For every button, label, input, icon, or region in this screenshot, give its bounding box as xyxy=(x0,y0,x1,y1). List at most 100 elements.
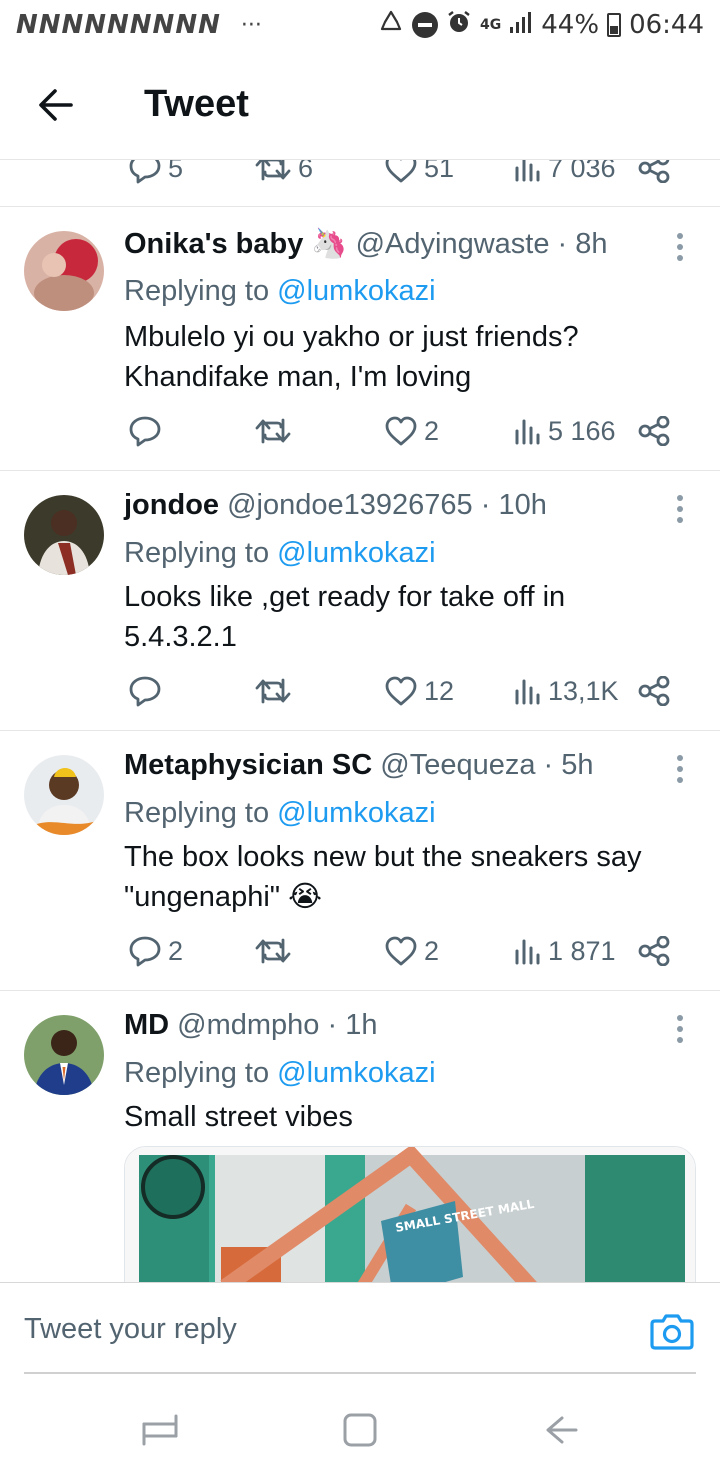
replying-to: Replying to @lumkokazi xyxy=(124,275,436,308)
tweet-time: 10h xyxy=(498,489,547,521)
heart-icon xyxy=(385,676,417,706)
reply-composer xyxy=(0,1282,720,1375)
share-button[interactable] xyxy=(638,409,670,453)
back-chevron-icon xyxy=(546,1416,578,1444)
page-title: Tweet xyxy=(144,83,249,125)
views-button[interactable]: 13,1K xyxy=(514,669,619,713)
reply-input[interactable] xyxy=(24,1283,624,1375)
mention-link[interactable]: @lumkokazi xyxy=(277,797,435,829)
display-name[interactable]: Onika's baby 🦄 xyxy=(124,228,348,260)
system-navigation-bar xyxy=(0,1376,720,1480)
more-options-button[interactable] xyxy=(666,1011,694,1047)
retweet-icon xyxy=(255,938,291,964)
network-type: 4G xyxy=(480,17,502,33)
user-handle[interactable]: @jondoe13926765 xyxy=(227,489,473,521)
replies-feed[interactable]: 5 6 51 7 036 Onika's baby 🦄 @Adyingwaste… xyxy=(0,160,720,1282)
views-button[interactable]: 1 871 xyxy=(514,929,616,973)
views-icon xyxy=(515,419,540,445)
user-handle[interactable]: @Adyingwaste xyxy=(356,228,550,260)
like-count: 12 xyxy=(424,675,455,706)
tweet-actions: 2 5 166 xyxy=(0,409,720,453)
mention-link[interactable]: @lumkokazi xyxy=(277,1057,435,1089)
reply-icon xyxy=(129,416,161,447)
replying-to: Replying to @lumkokazi xyxy=(124,1057,436,1090)
previous-tweet-actions: 5 6 51 7 036 xyxy=(0,160,720,190)
avatar[interactable] xyxy=(24,495,104,575)
tweet-time: 5h xyxy=(561,749,594,781)
notification-icons: NNNNNNNNN xyxy=(16,10,221,40)
home-button[interactable] xyxy=(340,1410,380,1450)
heart-icon xyxy=(385,416,417,446)
views-button[interactable]: 7 036 xyxy=(514,160,616,190)
tweet-text: Mbulelo yi ou yakho or just friends? Kha… xyxy=(124,321,579,393)
mention-link[interactable]: @lumkokazi xyxy=(277,275,435,307)
reply-icon xyxy=(129,936,161,967)
signal-icon xyxy=(509,10,533,41)
display-name[interactable]: jondoe xyxy=(124,489,219,521)
retweet-button[interactable] xyxy=(254,409,298,453)
retweet-button[interactable] xyxy=(254,929,298,973)
separator-dot: · xyxy=(480,489,491,521)
input-underline xyxy=(24,1372,696,1374)
tweet-actions: 2 2 1 871 xyxy=(0,929,720,973)
like-button[interactable]: 2 xyxy=(384,929,439,973)
retweet-count: 6 xyxy=(298,160,314,183)
reply-icon xyxy=(129,676,161,707)
retweet-icon xyxy=(255,160,291,181)
tweet-time: 8h xyxy=(575,228,608,260)
share-button[interactable] xyxy=(638,929,670,973)
like-button[interactable]: 12 xyxy=(384,669,454,713)
recent-apps-button[interactable] xyxy=(140,1410,180,1450)
tweet-text: The box looks new but the sneakers say "… xyxy=(124,841,642,913)
views-button[interactable]: 5 166 xyxy=(514,409,616,453)
tweet-item[interactable]: jondoe @jondoe13926765 · 10h Replying to… xyxy=(0,471,720,730)
tweet-item[interactable]: Onika's baby 🦄 @Adyingwaste · 8h Replyin… xyxy=(0,207,720,470)
share-button[interactable] xyxy=(638,669,670,713)
retweet-icon xyxy=(255,678,291,704)
separator-dot: · xyxy=(327,1009,338,1041)
back-button[interactable] xyxy=(26,75,86,135)
like-button[interactable]: 51 xyxy=(384,160,454,190)
reply-button[interactable]: 5 xyxy=(128,160,183,190)
more-options-button[interactable] xyxy=(666,229,694,265)
retweet-button[interactable] xyxy=(254,669,298,713)
avatar[interactable] xyxy=(24,1015,104,1095)
do-not-disturb-icon xyxy=(412,12,439,38)
view-count: 1 871 xyxy=(548,935,616,966)
tweet-author-line: MD @mdmpho · 1h xyxy=(124,1009,378,1042)
like-button[interactable]: 2 xyxy=(384,409,439,453)
views-icon xyxy=(515,679,540,705)
display-name[interactable]: Metaphysician SC xyxy=(124,749,372,781)
replying-to-label: Replying to xyxy=(124,275,278,307)
replying-to-label: Replying to xyxy=(124,797,278,829)
camera-button[interactable] xyxy=(650,1311,694,1351)
alarm-icon xyxy=(446,9,472,42)
share-button[interactable] xyxy=(638,160,670,190)
view-count: 5 166 xyxy=(548,415,616,446)
camera-icon xyxy=(650,1314,694,1350)
status-bar: NNNNNNNNN ··· 4G 44% 06:44 xyxy=(0,0,720,50)
reply-button[interactable]: 2 xyxy=(128,929,183,973)
avatar[interactable] xyxy=(24,231,104,311)
user-handle[interactable]: @mdmpho xyxy=(177,1009,319,1041)
recycle-icon xyxy=(378,9,404,42)
display-name[interactable]: MD xyxy=(124,1009,169,1041)
replying-to-label: Replying to xyxy=(124,537,278,569)
separator-dot: · xyxy=(543,749,554,781)
more-options-button[interactable] xyxy=(666,751,694,787)
home-square-icon xyxy=(343,1413,377,1447)
more-options-button[interactable] xyxy=(666,491,694,527)
mention-link[interactable]: @lumkokazi xyxy=(277,537,435,569)
avatar[interactable] xyxy=(24,755,104,835)
back-arrow-icon xyxy=(39,88,73,121)
tweet-author-line: Onika's baby 🦄 @Adyingwaste · 8h xyxy=(124,227,608,261)
tweet-item[interactable]: Metaphysician SC @Teequeza · 5h Replying… xyxy=(0,731,720,990)
retweet-button[interactable]: 6 xyxy=(254,160,313,190)
tweet-media-image[interactable]: SMALL STREET MALL xyxy=(124,1146,696,1282)
share-icon xyxy=(638,936,670,966)
user-handle[interactable]: @Teequeza xyxy=(380,749,535,781)
tweet-author-line: jondoe @jondoe13926765 · 10h xyxy=(124,489,547,522)
reply-button[interactable] xyxy=(128,669,168,713)
system-back-button[interactable] xyxy=(540,1410,580,1450)
reply-button[interactable] xyxy=(128,409,168,453)
